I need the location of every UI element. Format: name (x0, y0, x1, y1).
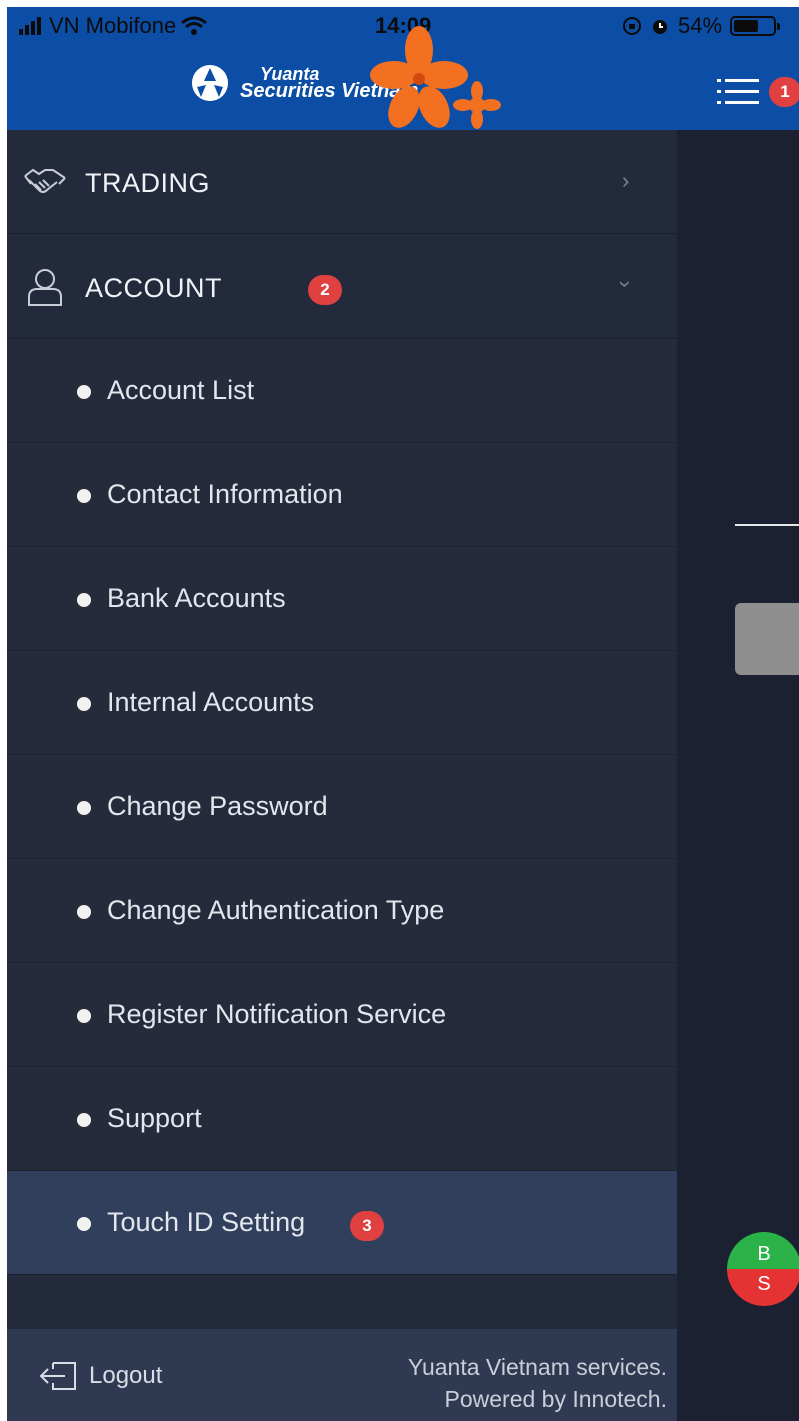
menu-item-change-password[interactable]: Change Password (7, 755, 677, 859)
wifi-icon (181, 16, 208, 35)
menu-item-touch-id-setting[interactable]: Touch ID Setting 3 (7, 1171, 677, 1275)
buy-button[interactable]: B (727, 1232, 799, 1269)
logout-label: Logout (89, 1362, 163, 1389)
chevron-right-icon: › (622, 168, 630, 193)
status-right: 54% (622, 13, 781, 39)
menu-item-change-authentication-type[interactable]: Change Authentication Type (7, 859, 677, 963)
sell-button[interactable]: S (727, 1269, 799, 1306)
bullet-icon (77, 697, 91, 711)
flower-decoration (370, 26, 501, 129)
bullet-icon (77, 489, 91, 503)
touch-id-badge: 3 (350, 1211, 384, 1241)
app-screen: VN Mobifone 14:09 54% Yuanta Securities … (7, 7, 799, 1421)
account-label: ACCOUNT (85, 273, 222, 303)
menu-item-contact-information[interactable]: Contact Information (7, 443, 677, 547)
bullet-icon (77, 1009, 91, 1023)
bullet-icon (77, 801, 91, 815)
menu-item-label: Change Password (107, 791, 328, 821)
bullet-icon (77, 905, 91, 919)
menu-item-label: Contact Information (107, 479, 343, 509)
menu-item-label: Change Authentication Type (107, 895, 445, 925)
content-card-peek (735, 603, 799, 675)
hamburger-icon (717, 79, 759, 104)
menu-section-account[interactable]: ACCOUNT 2 › (7, 235, 677, 339)
menu-item-label: Bank Accounts (107, 583, 286, 613)
carrier-name: VN Mobifone (49, 13, 177, 38)
menu-item-label: Touch ID Setting (107, 1207, 306, 1237)
battery-icon (730, 16, 781, 36)
carrier-info: VN Mobifone (19, 13, 208, 39)
menu-item-bank-accounts[interactable]: Bank Accounts (7, 547, 677, 651)
bullet-icon (77, 593, 91, 607)
bullet-icon (77, 385, 91, 399)
menu-item-account-list[interactable]: Account List (7, 339, 677, 443)
menu-badge: 1 (769, 77, 799, 107)
menu-item-label: Account List (107, 375, 255, 405)
side-drawer: TRADING › ACCOUNT 2 › Account List Conta… (7, 130, 677, 1421)
trading-label: TRADING (85, 168, 210, 198)
menu-item-support[interactable]: Support (7, 1067, 677, 1171)
drawer-footer: Logout Yuanta Vietnam services. Powered … (7, 1329, 677, 1421)
yuanta-logo-icon (192, 65, 228, 101)
menu-item-internal-accounts[interactable]: Internal Accounts (7, 651, 677, 755)
signal-icon (19, 17, 41, 35)
main-content-peek[interactable] (677, 7, 799, 1421)
logout-button[interactable]: Logout (39, 1359, 162, 1393)
menu-item-label: Register Notification Service (107, 999, 447, 1029)
alarm-icon (653, 20, 667, 34)
menu-item-register-notification-service[interactable]: Register Notification Service (7, 963, 677, 1067)
content-divider (735, 524, 799, 526)
battery-percent: 54% (678, 13, 723, 38)
bullet-icon (77, 1217, 91, 1231)
menu-section-trading[interactable]: TRADING › (7, 130, 677, 234)
quick-trade-button[interactable]: B S (727, 1232, 799, 1306)
credits-line1: Yuanta Vietnam services. (407, 1354, 667, 1380)
menu-item-label: Support (107, 1103, 202, 1133)
footer-credits: Yuanta Vietnam services. Powered by Inno… (408, 1351, 667, 1415)
credits-line2: Powered by Innotech. (444, 1386, 667, 1412)
menu-item-label: Internal Accounts (107, 687, 315, 717)
user-icon (28, 269, 62, 306)
handshake-icon (24, 168, 66, 193)
bullet-icon (77, 1113, 91, 1127)
logout-icon (39, 1362, 76, 1390)
orientation-lock-icon (623, 17, 641, 35)
chevron-down-icon: › (613, 280, 639, 288)
account-badge: 2 (308, 275, 342, 305)
